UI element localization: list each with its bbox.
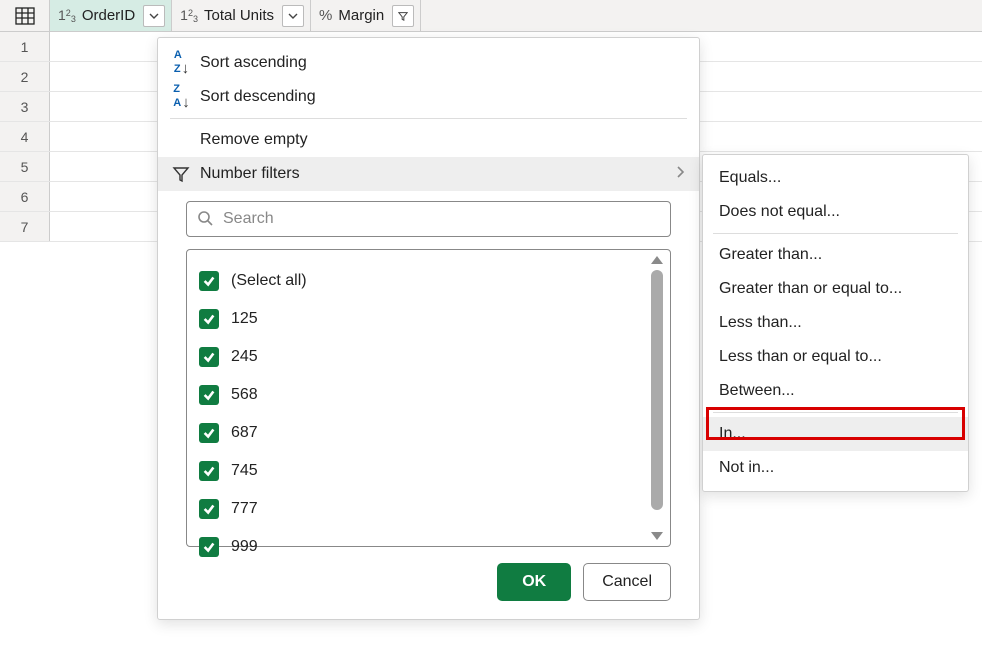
column-filter-dropdown-button[interactable] — [392, 5, 414, 27]
number-filter-in[interactable]: In... — [703, 417, 968, 451]
column-filter-dropdown-button[interactable] — [143, 5, 165, 27]
row-number[interactable]: 5 — [0, 152, 50, 181]
values-scrollbar[interactable] — [648, 256, 666, 540]
sort-ascending-icon: AZ↓ — [168, 50, 194, 76]
filter-value-label: 687 — [231, 424, 258, 442]
number-filter-equals[interactable]: Equals... — [703, 161, 968, 195]
column-header-total-units[interactable]: 123 Total Units — [172, 0, 311, 31]
filter-value-item[interactable]: 745 — [199, 452, 642, 490]
filter-values-panel: (Select all) 125 245 568 687 745 — [186, 249, 671, 547]
column-name: Margin — [338, 7, 384, 24]
filter-value-label: 568 — [231, 386, 258, 404]
filter-value-label: 125 — [231, 310, 258, 328]
menu-separator — [713, 233, 958, 234]
number-filter-less-eq[interactable]: Less than or equal to... — [703, 340, 968, 374]
filter-search-input[interactable] — [221, 209, 660, 229]
menu-label: Sort descending — [200, 88, 316, 106]
filter-value-item[interactable]: 687 — [199, 414, 642, 452]
column-name: OrderID — [82, 7, 135, 24]
table-icon — [15, 7, 35, 25]
search-icon — [197, 210, 213, 229]
filter-value-label: 777 — [231, 500, 258, 518]
menu-separator — [170, 118, 687, 119]
column-header-margin[interactable]: % Margin — [311, 0, 421, 31]
filter-icon — [168, 165, 194, 183]
checkbox-checked-icon — [199, 537, 219, 557]
datatype-percent-icon: % — [319, 7, 332, 24]
menu-separator — [713, 412, 958, 413]
filter-value-label: 999 — [231, 538, 258, 556]
filter-applied-icon — [398, 11, 408, 21]
scroll-up-icon[interactable] — [651, 256, 663, 264]
menu-label: Sort ascending — [200, 54, 307, 72]
checkbox-checked-icon — [199, 309, 219, 329]
scroll-thumb[interactable] — [651, 270, 663, 510]
scroll-down-icon[interactable] — [651, 532, 663, 540]
row-number[interactable]: 3 — [0, 92, 50, 121]
row-number[interactable]: 4 — [0, 122, 50, 151]
filter-value-label: (Select all) — [231, 272, 307, 290]
column-header-row: 123 OrderID 123 Total Units % Margin — [0, 0, 982, 32]
number-filter-less[interactable]: Less than... — [703, 306, 968, 340]
filter-value-item[interactable]: 568 — [199, 376, 642, 414]
checkbox-checked-icon — [199, 499, 219, 519]
number-filter-between[interactable]: Between... — [703, 374, 968, 408]
filter-value-item[interactable]: 777 — [199, 490, 642, 528]
chevron-down-icon — [288, 11, 298, 21]
filter-value-label: 245 — [231, 348, 258, 366]
header-empty-area — [421, 0, 982, 31]
menu-number-filters[interactable]: Number filters — [158, 157, 699, 191]
checkbox-checked-icon — [199, 423, 219, 443]
number-filter-not-in[interactable]: Not in... — [703, 451, 968, 485]
filter-value-select-all[interactable]: (Select all) — [199, 262, 642, 300]
row-number[interactable]: 2 — [0, 62, 50, 91]
column-filter-menu: AZ↓ Sort ascending ZA↓ Sort descending R… — [157, 37, 700, 620]
menu-label: Number filters — [200, 165, 300, 183]
chevron-right-icon — [675, 165, 685, 184]
menu-sort-ascending[interactable]: AZ↓ Sort ascending — [158, 46, 699, 80]
filter-value-label: 745 — [231, 462, 258, 480]
column-name: Total Units — [204, 7, 274, 24]
row-number[interactable]: 6 — [0, 182, 50, 211]
column-filter-dropdown-button[interactable] — [282, 5, 304, 27]
number-filter-greater[interactable]: Greater than... — [703, 238, 968, 272]
datatype-number-icon: 123 — [58, 7, 76, 24]
table-icon-cell[interactable] — [0, 0, 50, 31]
chevron-down-icon — [149, 11, 159, 21]
number-filters-submenu: Equals... Does not equal... Greater than… — [702, 154, 969, 492]
row-number[interactable]: 7 — [0, 212, 50, 241]
cancel-button[interactable]: Cancel — [583, 563, 671, 601]
column-header-orderid[interactable]: 123 OrderID — [50, 0, 172, 31]
menu-sort-descending[interactable]: ZA↓ Sort descending — [158, 80, 699, 114]
checkbox-checked-icon — [199, 271, 219, 291]
row-number[interactable]: 1 — [0, 32, 50, 61]
filter-value-item[interactable]: 245 — [199, 338, 642, 376]
checkbox-checked-icon — [199, 385, 219, 405]
filter-value-item[interactable]: 125 — [199, 300, 642, 338]
datatype-number-icon: 123 — [180, 7, 198, 24]
number-filter-greater-eq[interactable]: Greater than or equal to... — [703, 272, 968, 306]
number-filter-not-equal[interactable]: Does not equal... — [703, 195, 968, 229]
checkbox-checked-icon — [199, 347, 219, 367]
ok-button[interactable]: OK — [497, 563, 571, 601]
filter-value-item[interactable]: 999 — [199, 528, 642, 566]
filter-search-box[interactable] — [186, 201, 671, 237]
menu-remove-empty[interactable]: Remove empty — [158, 123, 699, 157]
checkbox-checked-icon — [199, 461, 219, 481]
menu-label: Remove empty — [200, 131, 308, 149]
sort-descending-icon: ZA↓ — [168, 84, 194, 110]
